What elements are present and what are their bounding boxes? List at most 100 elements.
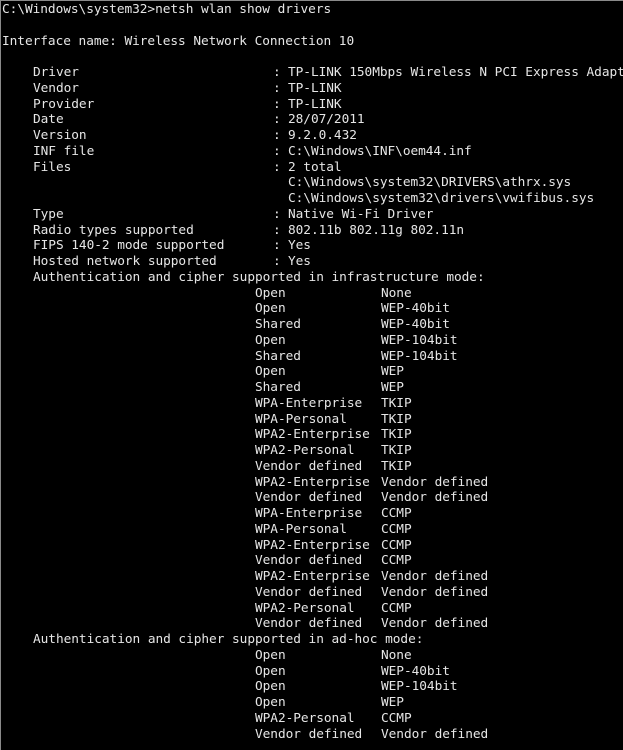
cipher-type: TKIP bbox=[381, 395, 412, 411]
property-value: 9.2.0.432 bbox=[288, 128, 357, 143]
cipher-type: CCMP bbox=[381, 506, 412, 521]
file-path: C:\Windows\system32\DRIVERS\athrx.sys bbox=[288, 175, 572, 191]
cipher-row: Shared WEP bbox=[2, 380, 623, 396]
cipher-row: WPA2-Enterprise Vendor defined bbox=[2, 475, 623, 491]
cipher-type: WEP-40bit bbox=[381, 301, 450, 317]
cipher-type: Vendor defined bbox=[381, 474, 489, 490]
property-value: TP-LINK bbox=[288, 80, 342, 96]
property-value: C:\Windows\INF\oem44.inf bbox=[288, 143, 472, 159]
property-label: Date bbox=[33, 112, 64, 128]
cipher-row: Open None bbox=[2, 648, 623, 664]
auth-type: WPA2-Personal bbox=[255, 443, 355, 458]
cipher-type: CCMP bbox=[381, 553, 412, 569]
infra-heading-line: Authentication and cipher supported in i… bbox=[2, 270, 623, 286]
cipher-row: WPA-Personal TKIP bbox=[2, 412, 623, 428]
cipher-row: WPA2-Enterprise CCMP bbox=[2, 538, 623, 554]
property-value: TP-LINK 150Mbps Wireless N PCI Express A… bbox=[288, 65, 623, 80]
command: netsh wlan show drivers bbox=[155, 2, 332, 17]
property-separator: : bbox=[273, 65, 289, 80]
auth-type: Open bbox=[255, 301, 286, 317]
file-path: C:\Windows\system32\drivers\vwifibus.sys bbox=[288, 191, 595, 206]
property-row: Vendor: TP-LINK bbox=[2, 81, 623, 97]
cipher-type: None bbox=[381, 647, 412, 663]
driver-files: C:\Windows\system32\DRIVERS\athrx.sys C:\… bbox=[2, 175, 623, 207]
cipher-type: Vendor defined bbox=[381, 726, 489, 742]
cipher-type: Vendor defined bbox=[381, 490, 489, 506]
cipher-type: CCMP bbox=[381, 521, 412, 537]
property-label: Driver bbox=[33, 65, 79, 80]
property-value: Native Wi-Fi Driver bbox=[288, 206, 434, 222]
driver-properties: Driver: TP-LINK 150Mbps Wireless N PCI E… bbox=[2, 65, 623, 175]
property-label: Version bbox=[33, 128, 87, 143]
auth-type: WPA2-Personal bbox=[255, 600, 355, 616]
cipher-row: WPA-Enterprise TKIP bbox=[2, 396, 623, 412]
property-value: 802.11b 802.11g 802.11n bbox=[288, 222, 465, 238]
auth-type: Shared bbox=[255, 380, 301, 395]
auth-type: WPA2-Enterprise bbox=[255, 474, 370, 490]
infra-cipher-list: Open None Open WEP-40bit Shared WEP-40bit Open… bbox=[2, 286, 623, 633]
cipher-row: Vendor defined Vendor defined bbox=[2, 616, 623, 632]
file-row: C:\Windows\system32\DRIVERS\athrx.sys bbox=[2, 175, 623, 191]
cipher-row: Open WEP bbox=[2, 695, 623, 711]
auth-type: Vendor defined bbox=[255, 584, 363, 600]
auth-type: Open bbox=[255, 332, 286, 348]
auth-type: WPA-Personal bbox=[255, 411, 347, 427]
property-label: INF file bbox=[33, 143, 95, 159]
prompt: C:\Windows\system32> bbox=[2, 2, 156, 17]
property-row: Driver: TP-LINK 150Mbps Wireless N PCI E… bbox=[2, 65, 623, 81]
auth-type: Open bbox=[255, 679, 286, 695]
cipher-row: Open None bbox=[2, 286, 623, 302]
command-line: C:\Windows\system32>netsh wlan show driv… bbox=[2, 2, 623, 18]
auth-type: Vendor defined bbox=[255, 458, 363, 474]
cipher-row: WPA2-Enterprise Vendor defined bbox=[2, 569, 623, 585]
cipher-row: Shared WEP-40bit bbox=[2, 317, 623, 333]
cipher-row: Vendor defined TKIP bbox=[2, 459, 623, 475]
property-label: Vendor bbox=[33, 80, 79, 96]
auth-type: WPA2-Enterprise bbox=[255, 569, 370, 584]
property-row: Version: 9.2.0.432 bbox=[2, 128, 623, 144]
property-value: 2 total bbox=[288, 159, 342, 175]
cipher-type: Vendor defined bbox=[381, 616, 489, 632]
cipher-row: Vendor defined Vendor defined bbox=[2, 727, 623, 743]
auth-type: WPA-Enterprise bbox=[255, 506, 363, 521]
cipher-type: Vendor defined bbox=[381, 569, 489, 584]
cipher-row: Open WEP bbox=[2, 364, 623, 380]
cipher-row: WPA2-Enterprise TKIP bbox=[2, 427, 623, 443]
property-row: Provider: TP-LINK bbox=[2, 97, 623, 113]
property-separator: : bbox=[273, 96, 289, 112]
cipher-type: None bbox=[381, 285, 412, 301]
cipher-row: WPA2-Personal TKIP bbox=[2, 443, 623, 459]
property-separator: : bbox=[273, 238, 289, 254]
property-separator: : bbox=[273, 254, 289, 269]
property-row: Type: Native Wi-Fi Driver bbox=[2, 207, 623, 223]
property-label: Radio types supported bbox=[33, 222, 194, 238]
cipher-row: Open WEP-104bit bbox=[2, 679, 623, 695]
cipher-row: Open WEP-40bit bbox=[2, 664, 623, 680]
property-separator: : bbox=[273, 80, 289, 96]
cipher-row: WPA2-Personal CCMP bbox=[2, 711, 623, 727]
auth-type: Shared bbox=[255, 317, 301, 332]
auth-type: Open bbox=[255, 695, 286, 710]
auth-type: Vendor defined bbox=[255, 553, 363, 569]
cipher-row: Open WEP-104bit bbox=[2, 333, 623, 349]
property-value: TP-LINK bbox=[288, 96, 342, 112]
cipher-row: Vendor defined Vendor defined bbox=[2, 490, 623, 506]
property-separator: : bbox=[273, 159, 289, 175]
auth-type: WPA-Enterprise bbox=[255, 395, 363, 411]
cipher-type: Vendor defined bbox=[381, 584, 489, 600]
auth-type: Shared bbox=[255, 348, 301, 364]
cipher-type: TKIP bbox=[381, 427, 412, 443]
adhoc-cipher-list: Open None Open WEP-40bit Open WEP-104bit Open W… bbox=[2, 648, 623, 743]
cipher-row: WPA2-Personal CCMP bbox=[2, 601, 623, 617]
cipher-type: WEP bbox=[381, 695, 404, 710]
property-value: 28/07/2011 bbox=[288, 112, 365, 128]
cipher-type: WEP-40bit bbox=[381, 663, 450, 679]
cipher-type: TKIP bbox=[381, 411, 412, 427]
console-window[interactable]: C:\Windows\system32>netsh wlan show driv… bbox=[0, 0, 623, 750]
property-row: Date: 28/07/2011 bbox=[2, 112, 623, 128]
property-label: Files bbox=[33, 159, 72, 175]
cipher-row: WPA-Personal CCMP bbox=[2, 522, 623, 538]
property-separator: : bbox=[273, 128, 289, 143]
property-value: Yes bbox=[288, 254, 311, 269]
